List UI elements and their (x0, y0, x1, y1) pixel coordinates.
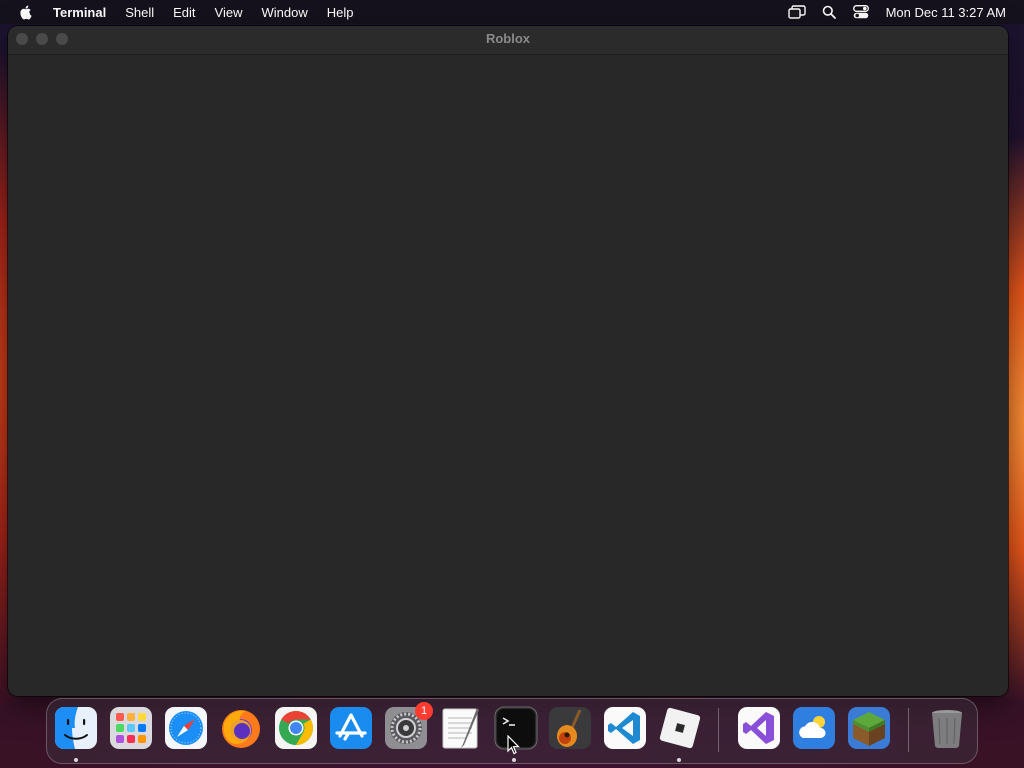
dock-firefox-icon[interactable] (219, 706, 263, 750)
dock-minecraft-icon[interactable] (847, 706, 891, 750)
mouse-pointer-icon (507, 735, 520, 755)
dock-vscode-icon[interactable] (603, 706, 647, 750)
dock-roblox-running-dot (677, 758, 681, 762)
dock-trash-icon[interactable] (925, 706, 969, 750)
menu-clock[interactable]: Mon Dec 11 3:27 AM (886, 5, 1006, 20)
dock-separator (718, 708, 719, 752)
menu-window[interactable]: Window (262, 5, 308, 20)
window-titlebar[interactable]: Roblox (8, 26, 1008, 55)
dock-terminal-running-dot (512, 758, 516, 762)
apple-menu-icon[interactable] (18, 4, 34, 20)
dock-visual-studio-icon[interactable] (737, 706, 781, 750)
menu-app-name[interactable]: Terminal (53, 5, 106, 20)
dock-chrome-icon[interactable] (274, 706, 318, 750)
dock-launchpad-icon[interactable] (109, 706, 153, 750)
dock-textedit-icon[interactable] (439, 706, 483, 750)
window-content[interactable] (8, 55, 1008, 696)
dock-separator-trash (908, 708, 909, 752)
settings-notification-badge: 1 (415, 702, 433, 720)
menu-view[interactable]: View (215, 5, 243, 20)
window-title: Roblox (485, 31, 531, 46)
dock-roblox-icon[interactable] (658, 706, 702, 750)
dock-finder-icon[interactable] (54, 706, 98, 750)
menu-help[interactable]: Help (327, 5, 354, 20)
dock-weather-icon[interactable] (792, 706, 836, 750)
search-icon[interactable] (820, 4, 838, 20)
dock-garageband-icon[interactable] (548, 706, 592, 750)
roblox-window[interactable]: Roblox (8, 26, 1008, 696)
control-center-icon[interactable] (852, 4, 870, 20)
dock-safari-icon[interactable] (164, 706, 208, 750)
dock-app-store-icon[interactable] (329, 706, 373, 750)
menu-shell[interactable]: Shell (125, 5, 154, 20)
dock-finder-running-dot (74, 758, 78, 762)
menu-bar: Terminal Shell Edit View Window Help Mon… (0, 0, 1024, 24)
menu-edit[interactable]: Edit (173, 5, 195, 20)
screen-mirroring-icon[interactable] (787, 4, 806, 20)
